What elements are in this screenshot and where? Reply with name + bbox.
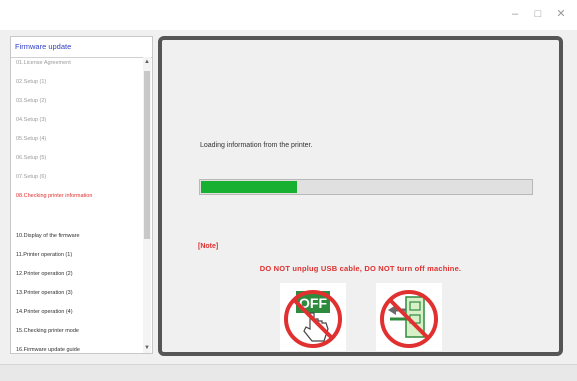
steps-sidebar: Firmware update 01.License Agreement 02.… <box>10 36 153 354</box>
minimize-button[interactable]: – <box>507 7 523 21</box>
step-item[interactable]: 04.Setup (3) <box>16 117 46 123</box>
step-item[interactable]: 13.Printer operation (3) <box>16 290 73 296</box>
step-item-active[interactable]: 08.Checking printer information <box>16 193 92 199</box>
step-item[interactable]: 15.Checking printer mode <box>16 328 79 334</box>
step-item[interactable]: 16.Firmware update guide <box>16 347 80 353</box>
progress-fill <box>201 181 297 193</box>
note-label: [Note] <box>198 243 219 250</box>
step-item[interactable]: 05.Setup (4) <box>16 136 46 142</box>
step-item[interactable]: 11.Printer operation (1) <box>16 252 72 258</box>
maximize-button[interactable]: □ <box>530 7 546 21</box>
step-item[interactable]: 01.License Agreement <box>16 60 71 66</box>
step-item[interactable]: 10.Display of the firmware <box>16 233 80 239</box>
step-item[interactable]: 02.Setup (1) <box>16 79 46 85</box>
step-item[interactable]: 07.Setup (6) <box>16 174 46 180</box>
sidebar-title: Firmware update <box>15 42 72 51</box>
no-power-off-icon: OFF <box>280 283 346 351</box>
sidebar-scrollbar[interactable]: ▲ ▼ <box>143 57 151 353</box>
main-panel: Loading information from the printer. [N… <box>158 36 563 356</box>
bottom-strip <box>0 364 577 381</box>
sidebar-header: Firmware update <box>11 37 152 58</box>
warning-text: DO NOT unplug USB cable, DO NOT turn off… <box>259 264 462 273</box>
title-bar: – □ ✕ <box>0 0 577 30</box>
step-item[interactable]: 12.Printer operation (2) <box>16 271 73 277</box>
step-item[interactable]: 03.Setup (2) <box>16 98 46 104</box>
step-item[interactable]: 06.Setup (5) <box>16 155 46 161</box>
loading-status-text: Loading information from the printer. <box>200 142 313 149</box>
scrollbar-thumb[interactable] <box>144 71 150 239</box>
progress-bar <box>199 179 533 195</box>
scroll-down-icon[interactable]: ▼ <box>143 343 151 353</box>
no-unplug-usb-icon <box>376 283 442 351</box>
close-button[interactable]: ✕ <box>553 7 569 21</box>
step-item[interactable]: 14.Printer operation (4) <box>16 309 73 315</box>
scroll-up-icon[interactable]: ▲ <box>143 57 151 67</box>
